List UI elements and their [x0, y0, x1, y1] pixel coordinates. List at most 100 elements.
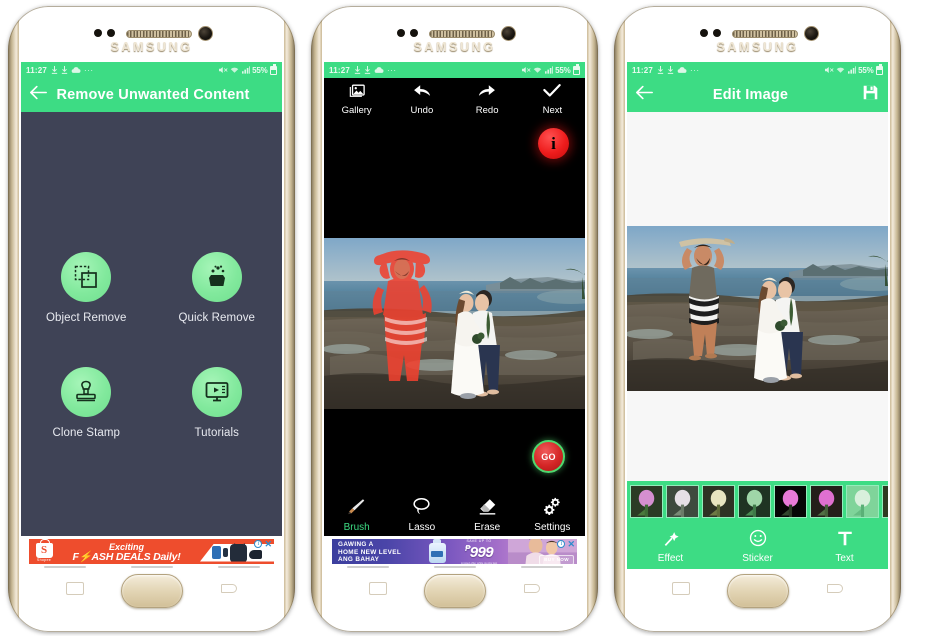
tool-item-lasso[interactable]: Lasso — [389, 497, 454, 533]
ad-price: ₱999 — [465, 543, 494, 561]
toolbar-item-undo[interactable]: Undo — [389, 83, 454, 123]
mute-icon — [218, 67, 228, 73]
three-phone-mockup: SAMSUNG 11:27 ··· 55% Remove Unwanted Co… — [0, 0, 949, 636]
lasso-icon — [413, 497, 430, 515]
toolbar-label: Gallery — [341, 105, 372, 116]
ad-line-1: GAWING A — [338, 540, 374, 548]
filter-thumbnail[interactable] — [630, 485, 663, 518]
recents-key-icon[interactable] — [369, 582, 387, 595]
go-button[interactable]: GO — [532, 440, 565, 473]
filter-thumbnail-strip[interactable] — [627, 481, 888, 522]
filter-thumbnail[interactable] — [882, 485, 888, 518]
phone-2-screen: 11:27 ··· 55% Gallery Undo Redo Next i G… — [324, 62, 585, 569]
filter-thumbnail[interactable] — [738, 485, 771, 518]
text-icon — [837, 531, 852, 545]
ad-close-icon[interactable]: ✕ — [567, 539, 575, 548]
recents-key-icon[interactable] — [672, 582, 690, 595]
filter-thumbnail[interactable] — [666, 485, 699, 518]
filter-thumbnail[interactable] — [846, 485, 879, 518]
status-left-icons: ··· — [354, 66, 397, 75]
more-icon: ··· — [690, 65, 700, 75]
filter-thumbnail[interactable] — [774, 485, 807, 518]
status-bar: 11:27 ··· 55% — [324, 62, 585, 78]
phone-bottom-hardware — [8, 560, 295, 628]
tool-item-brush[interactable]: Brush — [324, 497, 389, 533]
back-arrow-icon[interactable] — [636, 85, 653, 105]
save-icon[interactable] — [862, 84, 879, 106]
battery-icon — [573, 64, 580, 75]
phone-1: SAMSUNG 11:27 ··· 55% Remove Unwanted Co… — [0, 0, 303, 636]
ad-info-icon[interactable]: i — [254, 539, 263, 548]
edited-image-canvas[interactable] — [627, 226, 888, 391]
smiley-icon — [749, 529, 766, 546]
brush-icon — [348, 499, 365, 515]
undo-icon — [413, 85, 430, 96]
back-arrow-icon[interactable] — [30, 85, 47, 105]
phone-2: SAMSUNG 11:27 ··· 55% Gallery Undo Redo … — [303, 0, 606, 636]
brand-label: SAMSUNG — [413, 40, 496, 54]
status-time: 11:27 — [26, 65, 48, 75]
battery-percent: 55% — [252, 65, 268, 75]
editing-canvas[interactable] — [324, 237, 585, 410]
home-button[interactable] — [726, 574, 789, 608]
earpiece-speaker-icon — [429, 30, 495, 38]
toolbar-item-redo[interactable]: Redo — [455, 83, 520, 123]
tool-item-text[interactable]: Text — [801, 529, 888, 564]
toolbar-item-gallery[interactable]: Gallery — [324, 83, 389, 123]
filter-thumbnail[interactable] — [810, 485, 843, 518]
back-key-icon[interactable] — [219, 582, 237, 595]
back-key-icon[interactable] — [825, 582, 843, 595]
cloud-icon — [677, 67, 687, 73]
back-key-icon[interactable] — [522, 582, 540, 595]
ad-info-icon[interactable]: i — [557, 539, 566, 548]
menu-item-clone-stamp[interactable]: Clone Stamp — [21, 367, 152, 439]
brand-label: SAMSUNG — [110, 40, 193, 54]
cloud-icon — [71, 67, 81, 73]
tool-item-sticker[interactable]: Sticker — [714, 529, 801, 564]
phone-3: SAMSUNG 11:27 ··· 55% Edit Image Effect … — [606, 0, 909, 636]
status-time: 11:27 — [329, 65, 351, 75]
feature-menu-grid: Object Remove Quick Remove Clone Stamp T… — [21, 252, 282, 439]
gallery-icon — [349, 84, 365, 97]
phone-3-screen: 11:27 ··· 55% Edit Image Effect Sticker … — [627, 62, 888, 569]
tool-item-settings[interactable]: Settings — [520, 497, 585, 533]
signal-icon — [544, 66, 553, 74]
page-title: Remove Unwanted Content — [56, 87, 250, 103]
battery-icon — [270, 64, 277, 75]
bezel-right — [284, 6, 295, 632]
ad-close-icon[interactable]: ✕ — [264, 539, 272, 548]
menu-item-quick-remove[interactable]: Quick Remove — [152, 252, 283, 324]
filter-thumbnail[interactable] — [702, 485, 735, 518]
download-icon — [657, 66, 664, 74]
status-time: 11:27 — [632, 65, 654, 75]
battery-percent: 55% — [555, 65, 571, 75]
settings-gear-icon — [543, 497, 560, 516]
menu-label: Object Remove — [45, 312, 127, 324]
tool-item-erase[interactable]: Erase — [455, 497, 520, 533]
sensor-dots-icon — [700, 29, 721, 37]
wifi-icon — [533, 67, 542, 73]
toolbar-label: Undo — [410, 105, 434, 116]
clone-stamp-icon — [61, 367, 112, 417]
menu-item-object-remove[interactable]: Object Remove — [21, 252, 152, 324]
home-button[interactable] — [423, 574, 486, 608]
mute-icon — [521, 67, 531, 73]
ad-price-caption: SAVE UP TO — [466, 539, 492, 544]
menu-label: Clone Stamp — [52, 427, 121, 439]
bezel-right — [587, 6, 598, 632]
download-icon — [667, 66, 674, 74]
recents-key-icon[interactable] — [66, 582, 84, 595]
info-button[interactable]: i — [538, 128, 569, 159]
menu-item-tutorials[interactable]: Tutorials — [152, 367, 283, 439]
toolbar-item-next[interactable]: Next — [520, 83, 585, 123]
toolbar-label: Redo — [475, 105, 499, 116]
phone-1-body: SAMSUNG 11:27 ··· 55% Remove Unwanted Co… — [8, 6, 295, 632]
home-button[interactable] — [120, 574, 183, 608]
bezel-left — [614, 6, 625, 632]
status-left-icons: ··· — [657, 66, 700, 75]
tool-item-effect[interactable]: Effect — [627, 529, 714, 564]
magic-wand-icon — [664, 531, 679, 546]
wifi-icon — [230, 67, 239, 73]
bezel-left — [311, 6, 322, 632]
signal-icon — [847, 66, 856, 74]
